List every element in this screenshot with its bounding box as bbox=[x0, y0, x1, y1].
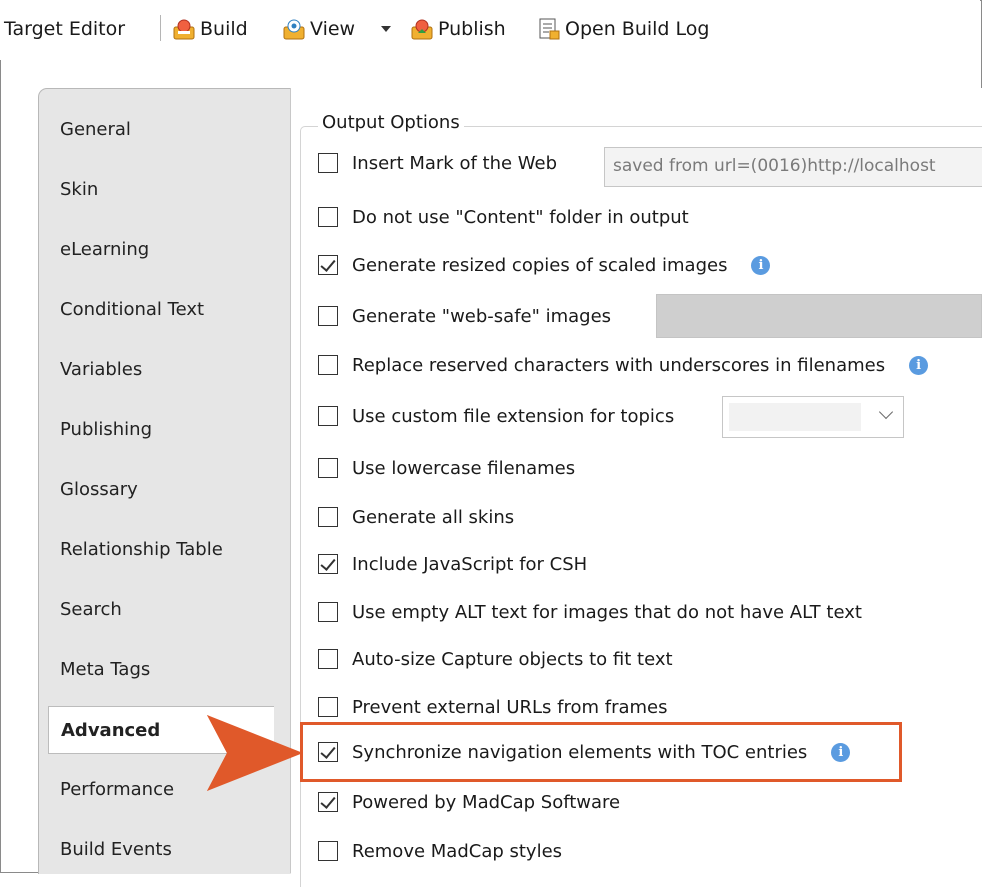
chevron-down-icon bbox=[878, 404, 894, 420]
view-label: View bbox=[310, 18, 356, 40]
option-label: Generate all skins bbox=[352, 506, 515, 528]
publish-button[interactable]: Publish bbox=[410, 12, 506, 46]
option-label: Insert Mark of the Web bbox=[352, 152, 558, 174]
option-auto-size-capture[interactable]: Auto-size Capture objects to fit text bbox=[318, 645, 673, 673]
checkbox[interactable] bbox=[318, 406, 338, 426]
option-include-js-csh[interactable]: Include JavaScript for CSH bbox=[318, 550, 587, 578]
tab-performance[interactable]: Performance bbox=[60, 779, 174, 800]
publish-icon bbox=[411, 19, 433, 40]
checkbox[interactable] bbox=[318, 207, 338, 227]
checkbox[interactable] bbox=[318, 355, 338, 375]
view-icon bbox=[283, 19, 305, 40]
option-lowercase-filenames[interactable]: Use lowercase filenames bbox=[318, 454, 575, 482]
tab-skin[interactable]: Skin bbox=[60, 179, 98, 200]
option-powered-by-madcap[interactable]: Powered by MadCap Software bbox=[318, 788, 620, 816]
checkbox[interactable] bbox=[318, 649, 338, 669]
info-icon[interactable]: i bbox=[751, 255, 771, 275]
tab-search[interactable]: Search bbox=[60, 599, 122, 620]
option-label: Generate resized copies of scaled images bbox=[352, 254, 728, 276]
option-insert-mark-of-web[interactable]: Insert Mark of the Web bbox=[318, 149, 557, 177]
tab-publishing[interactable]: Publishing bbox=[60, 419, 152, 440]
build-log-icon bbox=[539, 18, 560, 40]
option-generate-all-skins[interactable]: Generate all skins bbox=[318, 503, 514, 531]
option-replace-reserved-chars[interactable]: Replace reserved characters with undersc… bbox=[318, 351, 929, 379]
publish-label: Publish bbox=[438, 18, 506, 40]
editor-title: Target Editor bbox=[4, 12, 125, 46]
build-icon bbox=[173, 19, 195, 40]
open-build-log-label: Open Build Log bbox=[565, 18, 710, 40]
option-label: Do not use "Content" folder in output bbox=[352, 206, 689, 228]
callout-arrow-icon bbox=[207, 715, 303, 791]
option-remove-madcap-styles[interactable]: Remove MadCap styles bbox=[318, 837, 562, 865]
tab-build-events[interactable]: Build Events bbox=[60, 839, 172, 860]
tab-relationship-table[interactable]: Relationship Table bbox=[60, 539, 223, 560]
build-button[interactable]: Build bbox=[172, 12, 248, 46]
output-options-legend: Output Options bbox=[318, 112, 464, 133]
build-label: Build bbox=[200, 18, 248, 40]
checkbox[interactable] bbox=[318, 507, 338, 527]
option-label: Replace reserved characters with undersc… bbox=[352, 354, 886, 376]
tab-elearning[interactable]: eLearning bbox=[60, 239, 149, 260]
option-custom-extension[interactable]: Use custom file extension for topics bbox=[318, 402, 674, 430]
option-label: Use empty ALT text for images that do no… bbox=[352, 601, 862, 623]
open-build-log-button[interactable]: Open Build Log bbox=[537, 12, 709, 46]
checkbox[interactable] bbox=[318, 153, 338, 173]
option-label: Remove MadCap styles bbox=[352, 840, 563, 862]
tab-glossary[interactable]: Glossary bbox=[60, 479, 138, 500]
option-empty-alt-text[interactable]: Use empty ALT text for images that do no… bbox=[318, 598, 862, 626]
highlight-box bbox=[300, 722, 902, 782]
option-label: Auto-size Capture objects to fit text bbox=[352, 648, 673, 670]
checkbox[interactable] bbox=[318, 306, 338, 326]
checkbox[interactable] bbox=[318, 255, 338, 275]
checkbox[interactable] bbox=[318, 554, 338, 574]
tab-meta-tags[interactable]: Meta Tags bbox=[60, 659, 150, 680]
option-no-content-folder[interactable]: Do not use "Content" folder in output bbox=[318, 203, 689, 231]
caret-down-icon bbox=[381, 26, 391, 32]
file-extension-value bbox=[729, 403, 861, 431]
tab-general[interactable]: General bbox=[60, 119, 131, 140]
file-extension-select[interactable] bbox=[722, 396, 904, 438]
option-label: Include JavaScript for CSH bbox=[352, 553, 588, 575]
view-dropdown-arrow[interactable] bbox=[380, 12, 392, 46]
option-label: Use custom file extension for topics bbox=[352, 405, 675, 427]
view-button[interactable]: View bbox=[282, 12, 355, 46]
toolbar: Target Editor Build View Publish Open Bu… bbox=[0, 0, 980, 60]
toolbar-separator bbox=[160, 15, 161, 41]
option-label: Prevent external URLs from frames bbox=[352, 696, 668, 718]
editor-title-text: Target Editor bbox=[4, 18, 126, 40]
option-label: Use lowercase filenames bbox=[352, 457, 576, 479]
option-prevent-external-urls[interactable]: Prevent external URLs from frames bbox=[318, 693, 668, 721]
checkbox[interactable] bbox=[318, 697, 338, 717]
option-label: Generate "web-safe" images bbox=[352, 305, 612, 327]
checkbox[interactable] bbox=[318, 458, 338, 478]
web-safe-format-field[interactable] bbox=[656, 294, 982, 338]
tab-variables[interactable]: Variables bbox=[60, 359, 142, 380]
option-resized-copies[interactable]: Generate resized copies of scaled images… bbox=[318, 251, 771, 279]
option-label: Powered by MadCap Software bbox=[352, 791, 621, 813]
option-web-safe-images[interactable]: Generate "web-safe" images bbox=[318, 302, 611, 330]
tab-conditional-text[interactable]: Conditional Text bbox=[60, 299, 204, 320]
checkbox[interactable] bbox=[318, 602, 338, 622]
info-icon[interactable]: i bbox=[909, 355, 929, 375]
mark-of-web-input[interactable]: saved from url=(0016)http://localhost bbox=[604, 147, 982, 187]
checkbox[interactable] bbox=[318, 792, 338, 812]
checkbox[interactable] bbox=[318, 841, 338, 861]
